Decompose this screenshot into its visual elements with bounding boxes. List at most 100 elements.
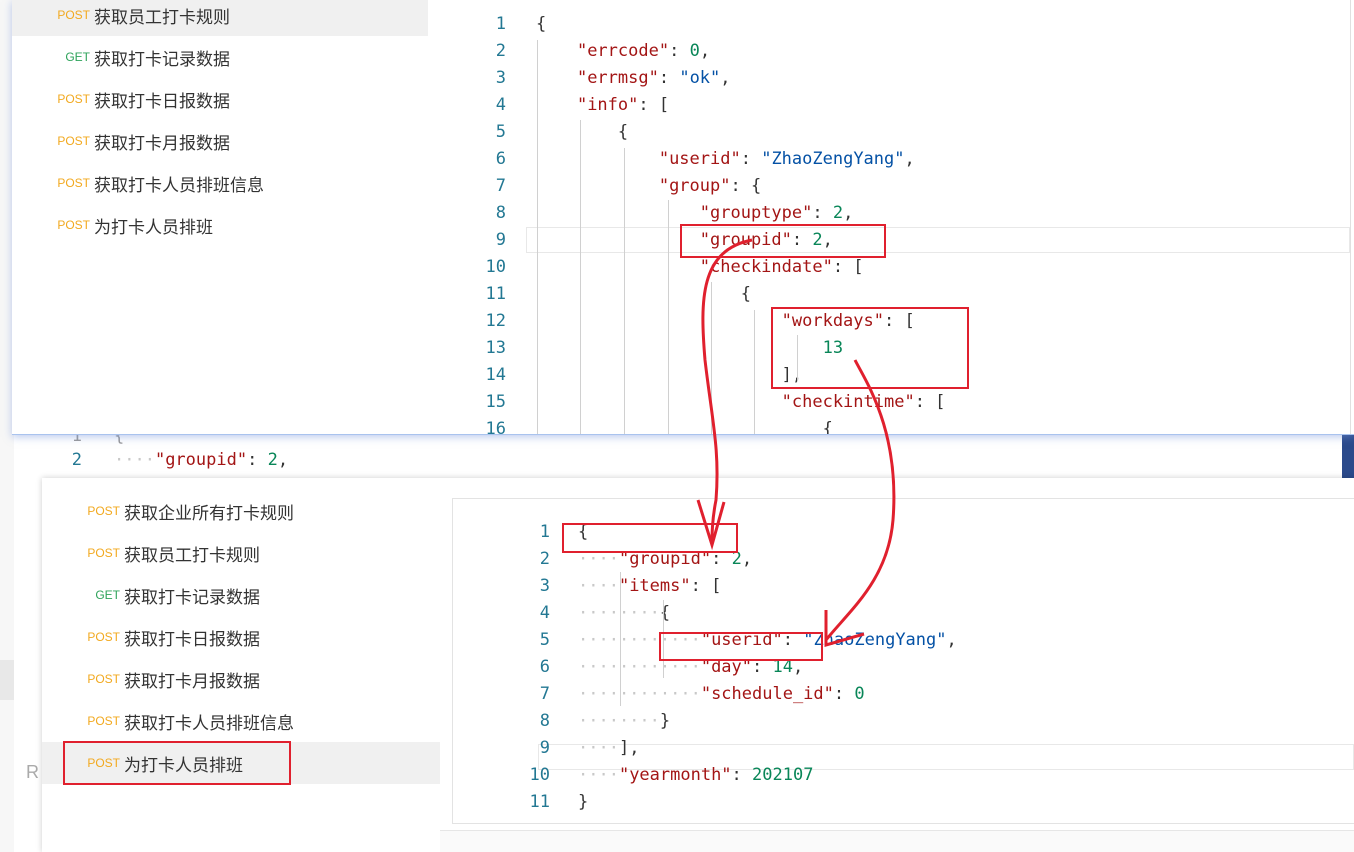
bottom-line-number: 4 (539, 603, 550, 623)
annotation-box-groupid-top (680, 224, 886, 258)
api-item-label: 获取打卡人员排班信息 (94, 175, 264, 196)
bottom-code-line: ····"yearmonth": 202107 (578, 765, 814, 785)
api-item-label: 获取打卡月报数据 (94, 133, 230, 154)
top-code-line: { (536, 122, 629, 142)
api-item-label: 获取打卡记录数据 (94, 49, 230, 70)
method-badge: POST (57, 218, 90, 232)
method-badge: POST (57, 8, 90, 22)
method-badge: POST (87, 630, 120, 644)
background-scroll-thumb[interactable] (1342, 434, 1354, 478)
bottom-line-number: 11 (529, 792, 550, 812)
top-code-line: "checkindate": [ (699, 257, 864, 277)
code-text: "groupid" (154, 450, 248, 470)
top-sidebar-item-5[interactable]: POST 为打卡人员排班 (12, 204, 428, 246)
api-item-label: 获取打卡日报数据 (124, 629, 260, 650)
top-line-number: 11 (485, 284, 506, 304)
top-line-number: 1 (495, 14, 506, 34)
top-sidebar-item-4[interactable]: POST 获取打卡人员排班信息 (12, 162, 428, 204)
top-sidebar-item-1[interactable]: GET 获取打卡记录数据 (12, 36, 428, 78)
bottom-sidebar-item-0[interactable]: POST 获取企业所有打卡规则 (42, 490, 440, 532)
bottom-line-number: 8 (539, 711, 550, 731)
indent-guide (668, 200, 669, 434)
api-item-label: 获取打卡日报数据 (94, 91, 230, 112)
indent-guide (580, 120, 581, 434)
bottom-line-number: 2 (539, 549, 550, 569)
bottom-sidebar: POST 获取企业所有打卡规则 POST 获取员工打卡规则 GET 获取打卡记录数据 POS… (42, 478, 440, 852)
bottom-line-number: 9 (539, 738, 550, 758)
bottom-line-number: 5 (539, 630, 550, 650)
method-badge: POST (57, 176, 90, 190)
top-sidebar-item-0[interactable]: POST 获取员工打卡规则 (12, 0, 428, 36)
top-code-line: "checkintime": [ (781, 392, 946, 412)
top-code-line: { (536, 14, 547, 34)
method-badge: POST (87, 546, 120, 560)
top-line-number: 10 (485, 257, 506, 277)
top-line-number: 6 (495, 149, 506, 169)
api-item-label: 获取员工打卡规则 (124, 545, 260, 566)
api-item-label: 获取企业所有打卡规则 (124, 503, 294, 524)
top-line-number: 8 (495, 203, 506, 223)
top-line-number: 4 (495, 95, 506, 115)
bottom-sidebar-item-5[interactable]: POST 获取打卡人员排班信息 (42, 700, 440, 742)
indent-guide (624, 148, 625, 434)
annotation-box-day (659, 632, 823, 661)
indent-guide (754, 310, 755, 434)
top-line-number: 5 (495, 122, 506, 142)
annotation-box-menu-item (63, 741, 291, 785)
bottom-line-number: 1 (539, 522, 550, 542)
method-badge: GET (95, 588, 120, 602)
bottom-code-line: } (578, 792, 589, 812)
bottom-sidebar-item-3[interactable]: POST 获取打卡日报数据 (42, 616, 440, 658)
top-line-number: 9 (495, 230, 506, 250)
top-line-number: 15 (485, 392, 506, 412)
method-badge: POST (87, 714, 120, 728)
bottom-line-number: 3 (539, 576, 550, 596)
top-code-line: "errmsg": "ok", (576, 68, 731, 88)
api-item-label: 为打卡人员排班 (94, 217, 213, 238)
bottom-sidebar-item-2[interactable]: GET 获取打卡记录数据 (42, 574, 440, 616)
bottom-editor-bottom-bar (440, 830, 1354, 852)
annotation-box-groupid-bottom (562, 523, 738, 553)
top-line-number: 12 (485, 311, 506, 331)
bottom-sidebar-item-1[interactable]: POST 获取员工打卡规则 (42, 532, 440, 574)
bottom-code-line: ····], (578, 738, 640, 758)
top-code-line: ], (536, 365, 803, 385)
api-item-label: 获取打卡月报数据 (124, 671, 260, 692)
bottom-sidebar-item-4[interactable]: POST 获取打卡月报数据 (42, 658, 440, 700)
top-line-number: 16 (485, 419, 506, 435)
top-sidebar-item-2[interactable]: POST 获取打卡日报数据 (12, 78, 428, 120)
bottom-line-number: 7 (539, 684, 550, 704)
bottom-line-number: 10 (529, 765, 550, 785)
top-window: POST 获取员工打卡规则 GET 获取打卡记录数据 POST 获取打卡日报数据 POST 获… (12, 0, 1354, 435)
top-line-number: 2 (495, 41, 506, 61)
top-line-number: 14 (485, 365, 506, 385)
top-line-number: 3 (495, 68, 506, 88)
top-code-line: "errcode": 0, (576, 41, 711, 61)
line-number: 1 (71, 434, 82, 446)
bottom-code-line: ········{ (578, 603, 671, 623)
api-item-label: 获取打卡人员排班信息 (124, 713, 294, 734)
top-sidebar-item-3[interactable]: POST 获取打卡月报数据 (12, 120, 428, 162)
bottom-code-line: ········} (578, 711, 671, 731)
top-line-number: 7 (495, 176, 506, 196)
background-left-block (0, 660, 14, 700)
method-badge: POST (87, 504, 120, 518)
indent-guide (537, 40, 538, 434)
top-line-number: 13 (485, 338, 506, 358)
top-code-line: "info": [ (576, 95, 670, 115)
method-badge: POST (57, 92, 90, 106)
api-item-label: 获取员工打卡规则 (94, 7, 230, 28)
top-code-line: "grouptype": 2, (699, 203, 854, 223)
api-item-label: 获取打卡记录数据 (124, 587, 260, 608)
indent-guide (620, 572, 621, 706)
bottom-line-number: 6 (539, 657, 550, 677)
annotation-box-workdays (771, 307, 969, 389)
code-line: { (114, 434, 125, 446)
top-code-line: "userid": "ZhaoZengYang", (658, 149, 915, 169)
background-left-fragment: R (26, 762, 39, 782)
top-code-line: { (536, 284, 751, 304)
method-badge: GET (65, 50, 90, 64)
indent-guide (711, 282, 712, 434)
top-code-line: "group": { (658, 176, 762, 196)
background-editor-strip: 1 2 { ····"groupid": 2, (14, 434, 1342, 478)
